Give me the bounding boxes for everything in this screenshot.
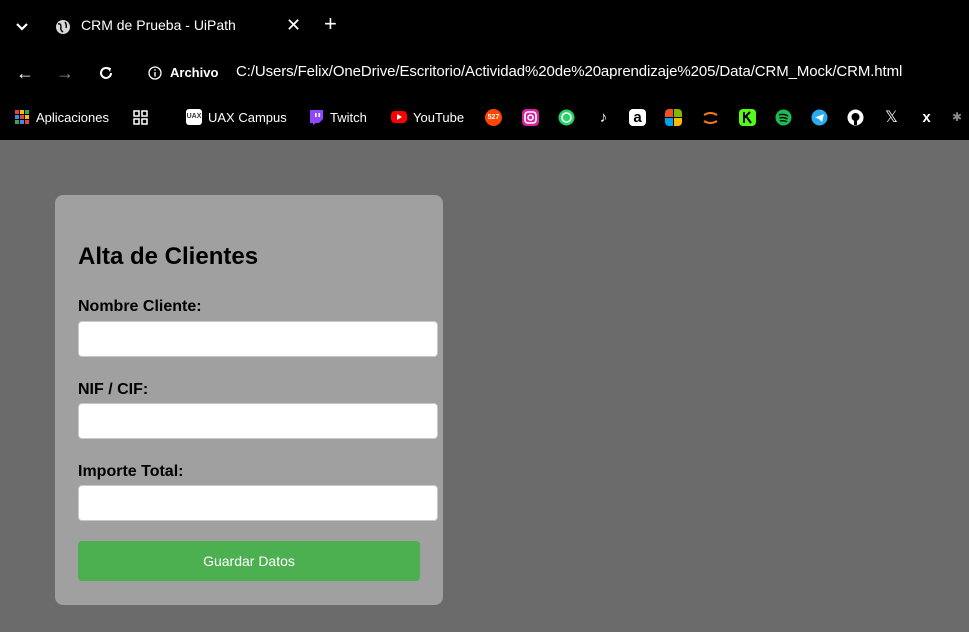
kick-icon[interactable] (739, 109, 756, 126)
microsoft-icon[interactable] (665, 109, 682, 126)
chevron-down-icon[interactable] (14, 18, 30, 34)
bookmark-twitch[interactable]: Twitch (308, 107, 367, 127)
new-tab-button[interactable]: + (324, 12, 337, 36)
bookmarks-bar: Aplicaciones UAX UAX Campus Twitch YouTu… (0, 96, 969, 140)
bookmark-uax-campus[interactable]: UAX UAX Campus (186, 107, 287, 127)
client-form-card: Alta de Clientes Nombre Cliente: NIF / C… (55, 195, 443, 605)
reddit-icon[interactable]: 527 (485, 109, 502, 126)
whatsapp-icon[interactable] (558, 109, 575, 126)
form-title: Alta de Clientes (78, 243, 259, 270)
bookmark-youtube-label: YouTube (413, 109, 465, 125)
address-url[interactable]: C:/Users/Felix/OneDrive/Escritorio/Activ… (236, 63, 902, 80)
amount-label: Importe Total: (78, 463, 184, 480)
uax-icon: UAX (186, 109, 202, 125)
xtb-icon[interactable]: x (918, 109, 935, 126)
overflow-icon[interactable]: ✱ (952, 109, 964, 126)
back-arrow-icon[interactable]: ← (16, 62, 34, 84)
tab-title[interactable]: CRM de Prueba - UiPath (81, 17, 236, 33)
reload-icon[interactable] (98, 65, 114, 81)
instagram-icon[interactable] (522, 109, 539, 126)
tab-groups-icon[interactable] (132, 109, 149, 126)
forward-arrow-icon[interactable]: → (56, 62, 74, 84)
amount-input[interactable] (78, 485, 438, 521)
tiktok-icon[interactable]: ♪ (595, 109, 612, 126)
address-bar-row: ← → Archivo C:/Users/Felix/OneDrive/Escr… (0, 52, 969, 96)
nif-label: NIF / CIF: (78, 381, 149, 398)
crunchyroll-icon[interactable] (702, 109, 719, 126)
x-twitter-icon[interactable]: 𝕏 (883, 109, 900, 126)
github-icon[interactable] (847, 109, 864, 126)
info-icon[interactable] (148, 66, 162, 80)
tab-bar: CRM de Prueba - UiPath ✕ + (0, 0, 969, 52)
tab-close-icon[interactable]: ✕ (286, 15, 301, 35)
name-label: Nombre Cliente: (78, 298, 202, 315)
address-scheme-label[interactable]: Archivo (170, 65, 218, 80)
apps-grid-icon (15, 110, 29, 124)
bookmark-apps-label: Aplicaciones (36, 109, 109, 125)
twitch-icon (310, 110, 323, 125)
bookmark-twitch-label: Twitch (330, 109, 367, 125)
bookmark-apps[interactable]: Aplicaciones (14, 107, 109, 127)
save-button[interactable]: Guardar Datos (78, 541, 420, 581)
nif-input[interactable] (78, 403, 438, 439)
amazon-icon[interactable]: a (629, 109, 646, 126)
telegram-icon[interactable] (811, 109, 828, 126)
spotify-icon[interactable] (775, 109, 792, 126)
youtube-icon (391, 111, 407, 123)
browser-chrome: CRM de Prueba - UiPath ✕ + ← → Archivo C… (0, 0, 969, 140)
bookmark-uax-label: UAX Campus (208, 109, 287, 125)
name-input[interactable] (78, 321, 438, 357)
bookmark-youtube[interactable]: YouTube (391, 107, 464, 127)
globe-icon (56, 20, 70, 34)
